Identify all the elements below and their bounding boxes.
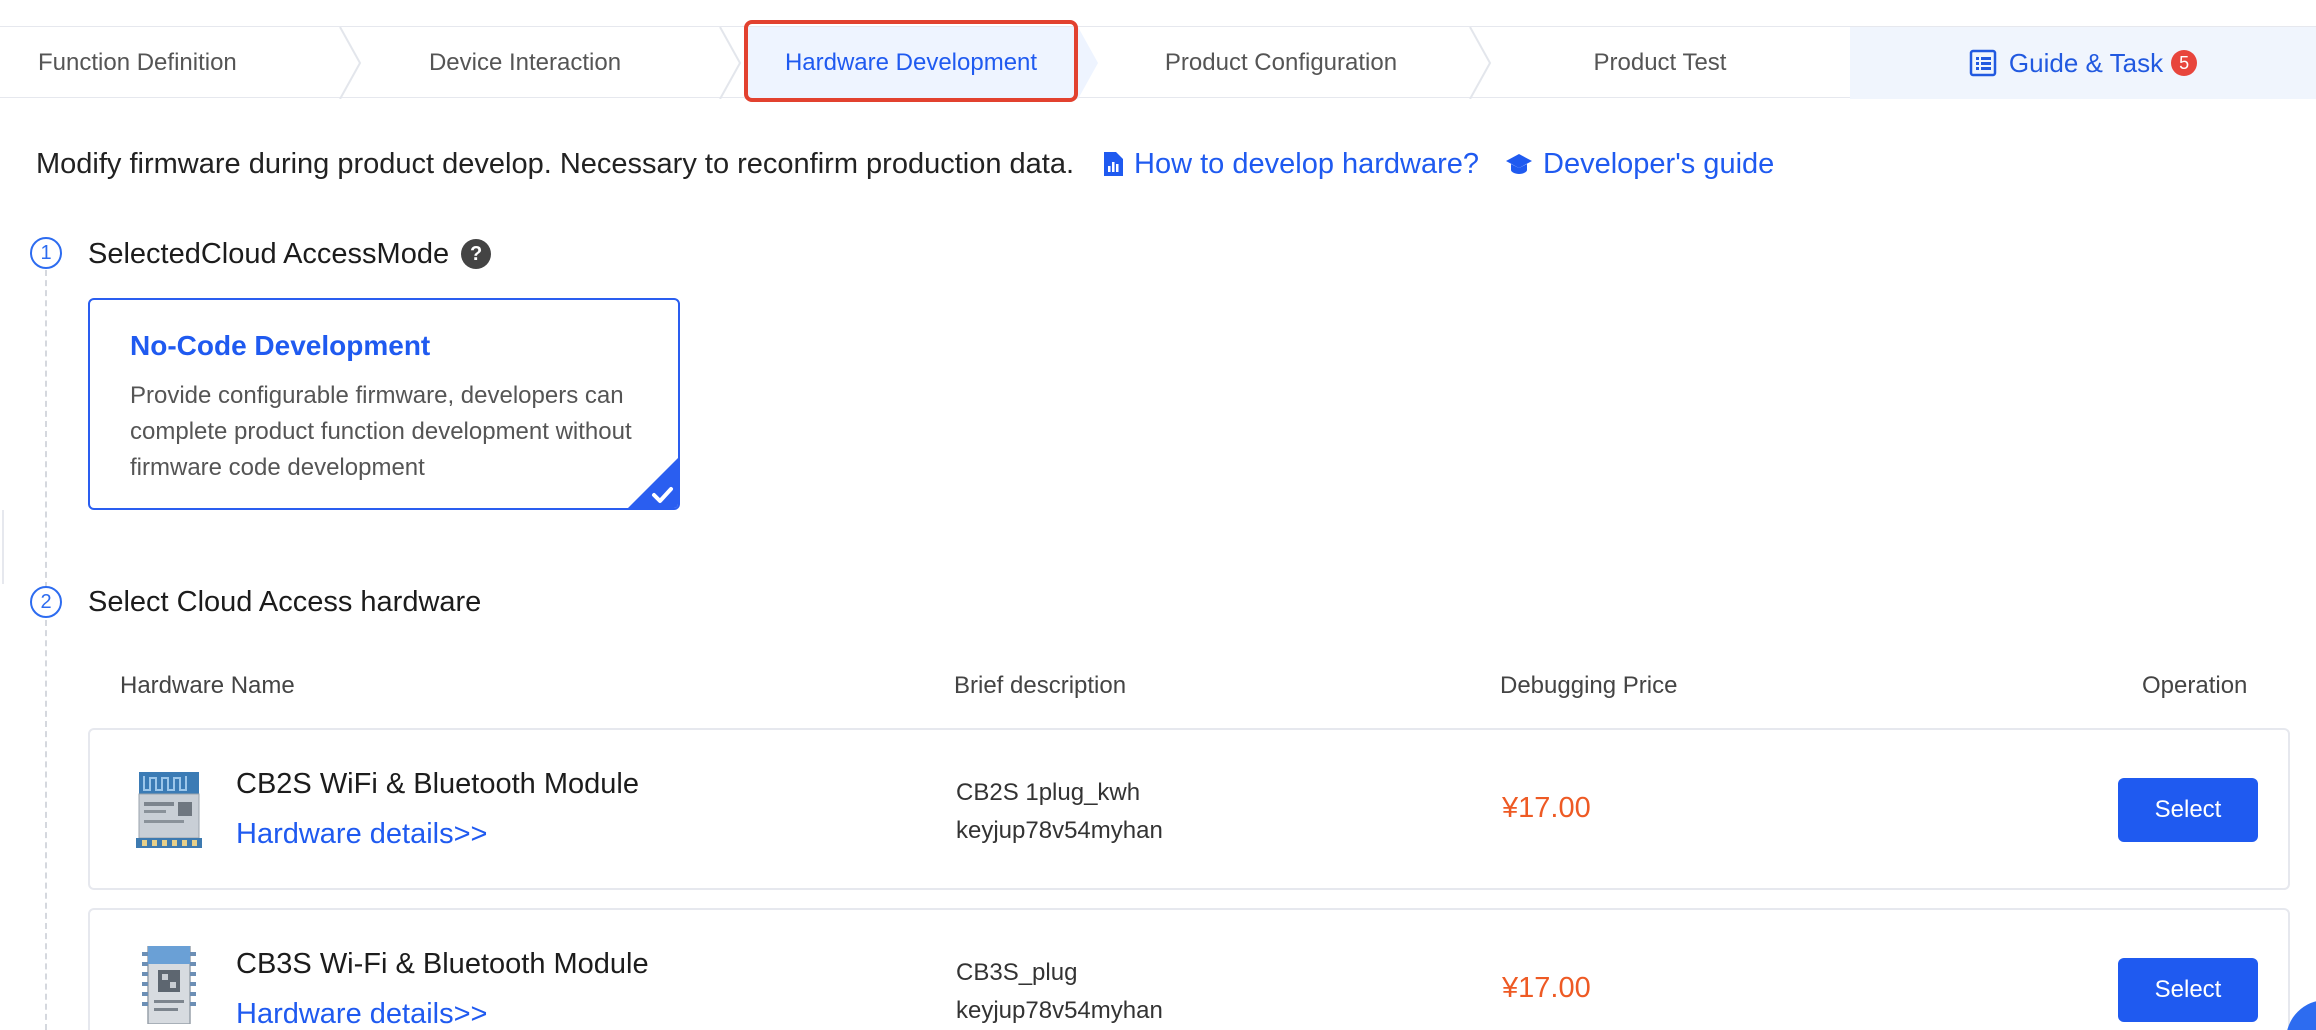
hardware-details-link[interactable]: Hardware details>> (236, 998, 487, 1030)
step-2-title: Select Cloud Access hardware (88, 582, 481, 622)
tab-product-configuration[interactable]: Product Configuration (1092, 27, 1470, 99)
description-line: keyjup78v54myhan (956, 997, 1163, 1024)
description-line: CB2S 1plug_kwh (956, 779, 1141, 806)
link-label: Developer's guide (1543, 147, 1775, 180)
hardware-description: CB3S_plug keyjup78v54myhan (956, 954, 1163, 1030)
intro-line: Modify firmware during product develop. … (36, 144, 1774, 184)
checkmark-corner-icon (628, 458, 678, 508)
tab-separator (718, 27, 744, 99)
step-connector (45, 270, 47, 588)
link-label: How to develop hardware? (1134, 147, 1480, 180)
list-document-icon (1969, 49, 1997, 77)
side-panel-handle[interactable] (0, 510, 4, 584)
header-hardware-name: Hardware Name (120, 672, 295, 699)
hardware-description: CB2S 1plug_kwh keyjup78v54myhan (956, 774, 1163, 850)
tab-label: Product Test (1593, 49, 1727, 76)
step-title-text: SelectedCloud AccessMode (88, 237, 450, 270)
tab-device-interaction[interactable]: Device Interaction (340, 27, 710, 99)
step-title-text: Select Cloud Access hardware (88, 585, 482, 618)
step-1-number: 1 (30, 237, 62, 269)
header-debugging-price: Debugging Price (1500, 672, 1678, 699)
step-connector (45, 620, 47, 1030)
cb3s-module-image (142, 946, 196, 1024)
graduation-cap-icon (1506, 154, 1533, 174)
document-chart-icon (1104, 152, 1124, 176)
description-line: CB3S_plug (956, 959, 1078, 986)
tab-label: Product Configuration (1164, 49, 1398, 76)
tab-product-test[interactable]: Product Test (1470, 27, 1850, 99)
tab-function-definition[interactable]: Function Definition (0, 27, 340, 99)
header-operation: Operation (2142, 672, 2248, 699)
tab-label: Hardware Development (784, 49, 1038, 76)
hardware-name: CB3S Wi-Fi & Bluetooth Module (236, 948, 649, 980)
help-icon[interactable]: ? (461, 239, 492, 269)
debugging-price: ¥17.00 (1502, 792, 1591, 824)
debugging-price: ¥17.00 (1502, 972, 1591, 1004)
description-line: keyjup78v54myhan (956, 817, 1163, 844)
step-tabs: Function Definition Device Interaction H… (0, 26, 2316, 99)
select-button[interactable]: Select (2118, 958, 2258, 1022)
card-description: Provide configurable firmware, developer… (130, 382, 632, 481)
tab-guide-task[interactable]: Guide & Task 5 (1850, 27, 2316, 99)
cb2s-module-image (136, 772, 202, 848)
header-brief-description: Brief description (954, 672, 1127, 699)
developers-guide-link[interactable]: Developer's guide (1505, 148, 1774, 181)
card-title: No-Code Development (130, 330, 431, 361)
tab-label: Device Interaction (428, 49, 622, 76)
tab-hardware-development[interactable]: Hardware Development (744, 27, 1078, 99)
step-1-title: SelectedCloud AccessMode ? (88, 234, 492, 274)
table-row: CB3S Wi-Fi & Bluetooth Module Hardware d… (88, 908, 2290, 1030)
step-2-number: 2 (30, 586, 62, 618)
intro-text: Modify firmware during product develop. … (36, 147, 1075, 180)
tab-label: Guide & Task (2008, 47, 2164, 78)
select-button[interactable]: Select (2118, 778, 2258, 842)
no-code-development-card[interactable]: No-Code Development Provide configurable… (88, 298, 680, 510)
floating-help-button[interactable] (2286, 1000, 2316, 1030)
tab-label: Function Definition (38, 49, 237, 76)
table-row: CB2S WiFi & Bluetooth Module Hardware de… (88, 728, 2290, 890)
how-to-develop-hardware-link[interactable]: How to develop hardware? (1102, 148, 1479, 181)
hardware-details-link[interactable]: Hardware details>> (236, 818, 487, 851)
hardware-name: CB2S WiFi & Bluetooth Module (236, 768, 639, 800)
task-count-badge: 5 (2171, 50, 2198, 76)
